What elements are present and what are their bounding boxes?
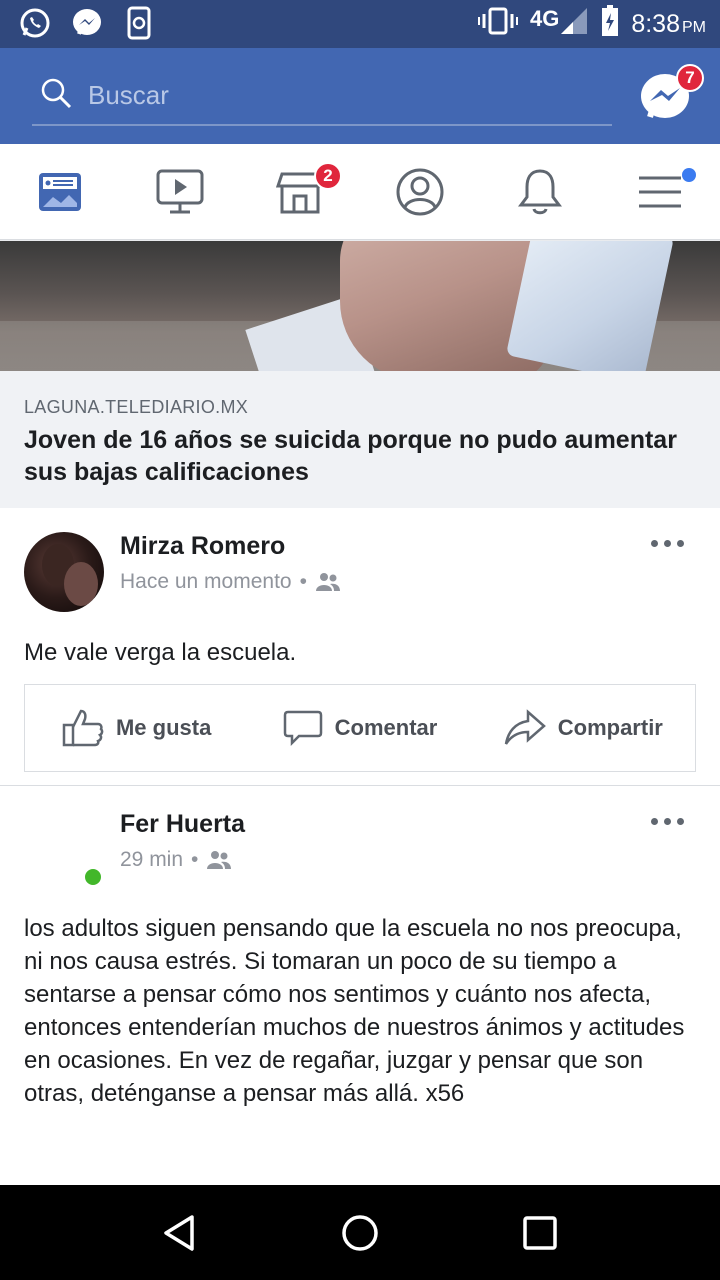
post: Fer Huerta 29 min • los adultos siguen p…: [0, 785, 720, 1185]
vibrate-icon: [477, 6, 518, 43]
news-feed-icon: [39, 172, 81, 211]
online-status-indicator: [82, 866, 104, 888]
menu-notification-dot: [682, 168, 696, 182]
link-title[interactable]: Joven de 16 años se suicida porque no pu…: [24, 424, 696, 488]
search-input[interactable]: Buscar: [32, 66, 612, 126]
like-button[interactable]: Me gusta: [25, 708, 248, 748]
post-text: los adultos siguen pensando que la escue…: [24, 915, 685, 1107]
tab-profile[interactable]: [360, 144, 480, 239]
recents-button[interactable]: [510, 1203, 570, 1263]
link-preview-card[interactable]: LAGUNA.TELEDIARIO.MX Joven de 16 años se…: [0, 241, 720, 508]
tab-watch[interactable]: [120, 144, 240, 239]
messenger-button[interactable]: 7: [638, 64, 704, 124]
avatar[interactable]: [24, 532, 104, 612]
marketplace-badge: 2: [314, 162, 342, 190]
home-button[interactable]: [330, 1203, 390, 1263]
tab-news-feed[interactable]: [0, 144, 120, 239]
home-icon: [342, 1214, 378, 1251]
battery-charging-icon: [601, 4, 619, 44]
bell-icon: [518, 168, 562, 214]
whatsapp-icon: [18, 6, 52, 40]
clock: 8:38 PM: [631, 9, 706, 38]
post-meta: Hace un momento •: [120, 570, 341, 594]
comment-button[interactable]: Comentar: [248, 708, 471, 748]
phone-sync-icon: [122, 6, 156, 40]
post-options-button[interactable]: [651, 540, 684, 547]
recents-icon: [523, 1215, 557, 1250]
tab-marketplace[interactable]: 2: [240, 144, 360, 239]
back-icon: [164, 1214, 194, 1251]
share-button[interactable]: Compartir: [472, 708, 695, 748]
friends-icon: [315, 573, 340, 591]
network-type: 4G: [529, 6, 560, 31]
system-navigation-bar: [0, 1185, 720, 1280]
status-bar: 4G 8:38 PM: [0, 0, 720, 48]
post-author[interactable]: Fer Huerta: [120, 810, 245, 839]
signal-icon: [559, 6, 589, 43]
post-time[interactable]: Hace un momento: [120, 570, 292, 594]
post-author[interactable]: Mirza Romero: [120, 532, 285, 561]
video-icon: [156, 169, 204, 213]
search-placeholder: Buscar: [88, 79, 169, 110]
post: Mirza Romero Hace un momento • Me vale v…: [0, 508, 720, 785]
messenger-badge: 7: [676, 64, 704, 92]
menu-icon: [639, 176, 681, 207]
tab-bar: 2: [0, 144, 720, 240]
tab-menu[interactable]: [600, 144, 720, 239]
link-preview-image: [0, 241, 720, 371]
search-icon: [40, 77, 72, 114]
share-icon: [504, 709, 546, 745]
messenger-icon: [70, 6, 104, 40]
back-button[interactable]: [150, 1203, 210, 1263]
thumbs-up-icon: [62, 709, 104, 747]
post-meta: 29 min •: [120, 848, 232, 872]
comment-icon: [283, 710, 322, 747]
post-time[interactable]: 29 min: [120, 848, 183, 872]
app-header: Buscar 7: [0, 48, 720, 144]
profile-icon: [396, 168, 444, 215]
post-actions: Me gusta Comentar Compartir: [24, 684, 696, 772]
tab-notifications[interactable]: [480, 144, 600, 239]
link-domain: LAGUNA.TELEDIARIO.MX: [24, 397, 249, 417]
post-options-button[interactable]: [651, 818, 684, 825]
friends-icon: [207, 851, 232, 869]
post-text: Me vale verga la escuela.: [24, 639, 297, 666]
